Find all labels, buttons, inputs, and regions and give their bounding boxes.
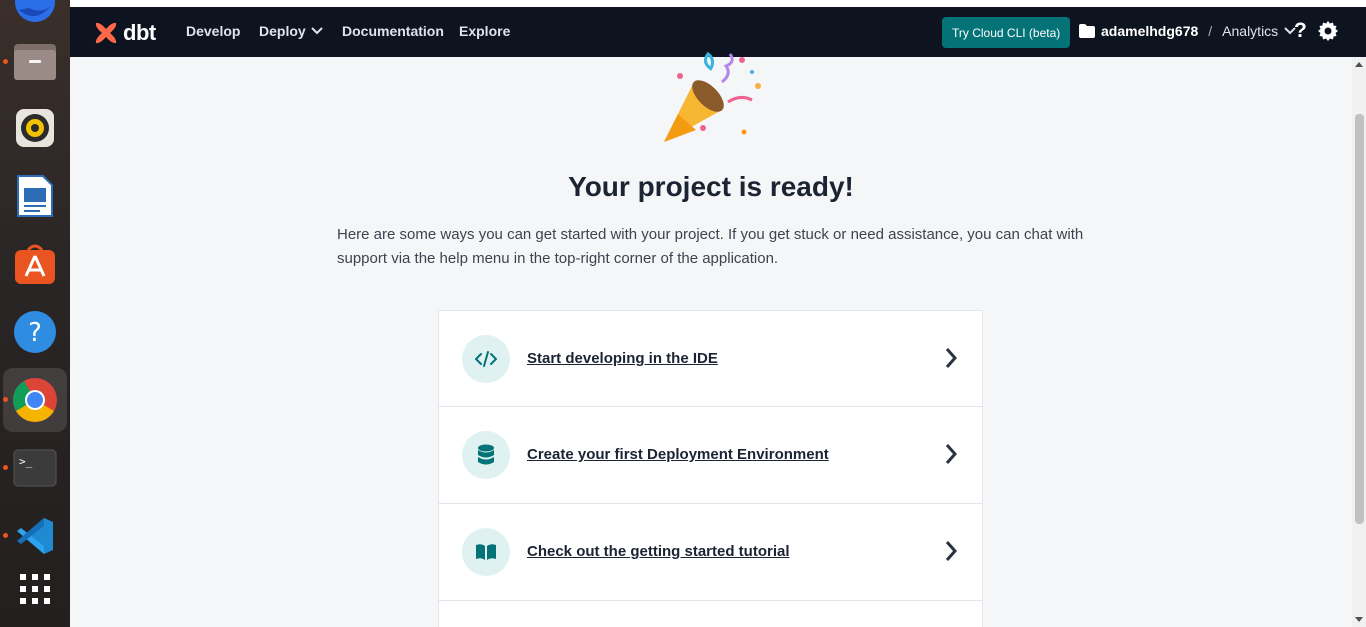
help-button[interactable]: ? — [1294, 19, 1307, 43]
card-label[interactable]: Start developing in the IDE — [527, 350, 718, 367]
firefox-icon[interactable] — [11, 0, 59, 26]
project-name: Analytics — [1222, 23, 1279, 39]
chevron-right-icon — [945, 348, 958, 368]
top-navbar: dbt Develop Deploy Documentation Explore… — [70, 7, 1366, 57]
nav-develop[interactable]: Develop — [186, 23, 240, 39]
nav-deploy-label: Deploy — [259, 23, 306, 39]
terminal-icon[interactable]: >_ — [11, 444, 59, 492]
gear-icon[interactable] — [1318, 21, 1338, 41]
dbt-logo-icon — [95, 22, 117, 44]
running-indicator — [3, 397, 8, 402]
account-project-switcher[interactable]: adamelhdg678 / Analytics — [1079, 23, 1296, 39]
card-label[interactable]: Create your first Deployment Environment — [527, 446, 829, 463]
account-name: adamelhdg678 — [1101, 23, 1199, 39]
chevron-down-icon — [310, 27, 323, 35]
intro-text: Here are some ways you can get started w… — [337, 226, 1084, 267]
card-label[interactable]: Check out the getting started tutorial — [527, 543, 790, 560]
writer-icon[interactable] — [11, 172, 59, 220]
chevron-right-icon — [945, 444, 958, 464]
page-scrollbar[interactable] — [1352, 57, 1366, 627]
nav-deploy[interactable]: Deploy — [259, 23, 323, 39]
page-title: Your project is ready! — [568, 171, 854, 202]
database-icon — [462, 431, 510, 479]
files-icon[interactable] — [11, 37, 59, 85]
breadcrumb-separator: / — [1208, 23, 1213, 39]
logo-text: dbt — [123, 20, 156, 45]
chevron-right-icon — [945, 541, 958, 561]
try-cloud-cli-button[interactable]: Try Cloud CLI (beta) — [942, 17, 1071, 48]
app-center-icon[interactable] — [11, 240, 59, 288]
ubuntu-dock: ? >_ — [0, 0, 70, 627]
nav-documentation[interactable]: Documentation — [342, 23, 444, 39]
browser-page: dbt Develop Deploy Documentation Explore… — [70, 0, 1366, 627]
running-indicator — [3, 465, 8, 470]
code-icon — [462, 335, 510, 383]
svg-text:>_: >_ — [19, 455, 33, 468]
card-start-developing[interactable]: Start developing in the IDE — [438, 310, 983, 407]
svg-text:?: ? — [28, 318, 42, 348]
card-deployment-environment[interactable]: Create your first Deployment Environment — [438, 407, 983, 504]
scroll-thumb[interactable] — [1355, 114, 1364, 524]
chrome-icon[interactable] — [3, 368, 67, 432]
rhythmbox-icon[interactable] — [11, 104, 59, 152]
scroll-up-arrow[interactable] — [1355, 62, 1363, 67]
card-partial-next[interactable] — [438, 601, 983, 627]
running-indicator — [3, 59, 8, 64]
book-icon — [462, 528, 510, 576]
running-indicator — [3, 533, 8, 538]
vscode-icon[interactable] — [11, 512, 59, 560]
help-icon[interactable]: ? — [11, 308, 59, 356]
scroll-down-arrow[interactable] — [1355, 617, 1363, 622]
getting-started-list: Start developing in the IDE Create your … — [438, 310, 983, 627]
folder-icon — [1079, 24, 1095, 38]
card-getting-started-tutorial[interactable]: Check out the getting started tutorial — [438, 504, 983, 601]
dbt-logo[interactable]: dbt — [93, 20, 156, 46]
browser-chrome-edge — [70, 0, 1366, 7]
show-apps-icon[interactable] — [11, 565, 59, 613]
nav-explore[interactable]: Explore — [459, 23, 510, 39]
party-popper-icon — [664, 52, 761, 142]
